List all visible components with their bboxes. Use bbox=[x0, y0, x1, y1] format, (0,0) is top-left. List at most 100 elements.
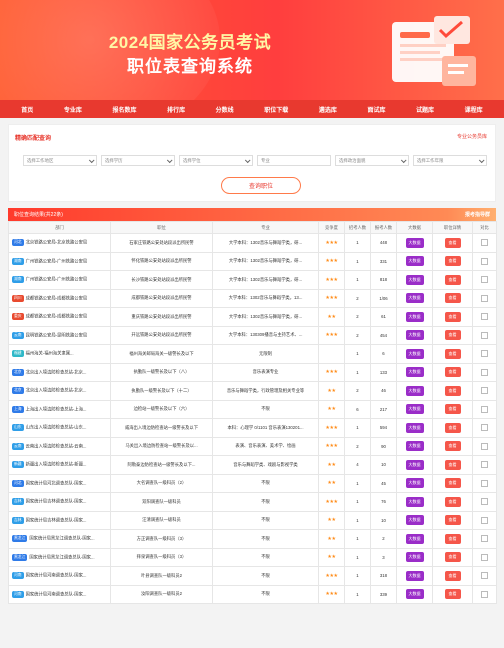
political-status-select[interactable]: 选择政治面貌 bbox=[335, 155, 409, 166]
dept-name[interactable]: 新疆出入境边防检查总站-新疆... bbox=[26, 462, 87, 467]
dept-name[interactable]: 北京铁路公安局-北京铁路公安局 bbox=[26, 240, 88, 245]
compare-checkbox[interactable] bbox=[481, 368, 488, 376]
nav-item-score-line[interactable]: 分数线 bbox=[216, 105, 234, 114]
compare-checkbox[interactable] bbox=[481, 479, 488, 487]
big-data-button[interactable]: 大数据 bbox=[405, 459, 424, 470]
compare-checkbox[interactable] bbox=[481, 461, 488, 469]
cell-position[interactable]: 叶县调查队一级科员2 bbox=[110, 566, 213, 586]
cell-position[interactable]: 成都铁路公安处站段派出所民警 bbox=[110, 288, 213, 308]
dept-name[interactable]: 山东出入境边防检查总站-山东... bbox=[26, 425, 87, 430]
compare-checkbox[interactable] bbox=[481, 405, 488, 413]
compare-checkbox[interactable] bbox=[481, 535, 488, 543]
dept-name[interactable]: 国家统计局黑龙江调查总队-国家... bbox=[29, 536, 94, 541]
dept-name[interactable]: 国家统计局黑龙江调查总队-国家... bbox=[29, 554, 94, 559]
view-detail-button[interactable]: 查看 bbox=[444, 293, 461, 304]
work-region-select[interactable]: 选择工作地区 bbox=[23, 155, 97, 166]
big-data-button[interactable]: 大数据 bbox=[405, 256, 424, 267]
cell-position[interactable]: 福州海关邮局海关一级警长及以下 bbox=[110, 344, 213, 364]
compare-checkbox[interactable] bbox=[481, 313, 488, 321]
cell-position[interactable]: 马关出入境边防检查站一级警长及以... bbox=[110, 436, 213, 456]
dept-name[interactable]: 国家统计局吉林调查总队-国家... bbox=[26, 517, 87, 522]
view-detail-button[interactable]: 查看 bbox=[444, 348, 461, 359]
cell-position[interactable]: 双阳调查队一级科员 bbox=[110, 492, 213, 512]
cell-position[interactable]: 边检站一级警长及以下（六） bbox=[110, 399, 213, 419]
degree-select[interactable]: 选择学位 bbox=[179, 155, 253, 166]
big-data-button[interactable]: 大数据 bbox=[405, 404, 424, 415]
compare-checkbox[interactable] bbox=[481, 239, 488, 247]
compare-checkbox[interactable] bbox=[481, 572, 488, 580]
big-data-button[interactable]: 大数据 bbox=[405, 552, 424, 563]
dept-name[interactable]: 广州铁路公安局-广州铁路公安局 bbox=[26, 277, 88, 282]
big-data-button[interactable]: 大数据 bbox=[405, 274, 424, 285]
dept-name[interactable]: 云南出入境边防检查总站-云南... bbox=[26, 443, 87, 448]
view-detail-button[interactable]: 查看 bbox=[444, 422, 461, 433]
compare-checkbox[interactable] bbox=[481, 590, 488, 598]
nav-item-major-db[interactable]: 专业库 bbox=[64, 105, 82, 114]
view-detail-button[interactable]: 查看 bbox=[444, 478, 461, 489]
view-detail-button[interactable]: 查看 bbox=[444, 330, 461, 341]
view-detail-button[interactable]: 查看 bbox=[444, 274, 461, 285]
cell-position[interactable]: 执勤队一级警长及以下（十二） bbox=[110, 381, 213, 401]
cell-position[interactable]: 重庆铁路公安处站段派出所民警 bbox=[110, 307, 213, 327]
dept-name[interactable]: 北京出入境边防检查总站-北京... bbox=[26, 369, 87, 374]
view-detail-button[interactable]: 查看 bbox=[444, 552, 461, 563]
big-data-button[interactable]: 大数据 bbox=[405, 478, 424, 489]
view-detail-button[interactable]: 查看 bbox=[444, 385, 461, 396]
dept-name[interactable]: 国家统计局河北调查总队-国家... bbox=[26, 480, 87, 485]
dept-name[interactable]: 国家统计局河南调查总队-国家... bbox=[26, 591, 87, 596]
dept-name[interactable]: 国家统计局河南调查总队-国家... bbox=[26, 573, 87, 578]
nav-item-download[interactable]: 职位下载 bbox=[264, 105, 288, 114]
nav-item-question-db[interactable]: 试题库 bbox=[416, 105, 434, 114]
dept-name[interactable]: 北京出入境边防检查总站-北京... bbox=[26, 388, 87, 393]
nav-item-selection-db[interactable]: 遴选库 bbox=[319, 105, 337, 114]
view-detail-button[interactable]: 查看 bbox=[444, 367, 461, 378]
cell-position[interactable]: 开远铁路公安处站段派出所民警 bbox=[110, 325, 213, 345]
big-data-button[interactable]: 大数据 bbox=[405, 367, 424, 378]
dept-name[interactable]: 成都铁路公安局-成都铁路公安局 bbox=[26, 295, 88, 300]
big-data-button[interactable]: 大数据 bbox=[405, 496, 424, 507]
cell-position[interactable]: 怀化铁路公安处站段派出所民警 bbox=[110, 251, 213, 271]
cell-position[interactable]: 方正调查队一级科员（3） bbox=[110, 529, 213, 549]
dept-name[interactable]: 成都铁路公安局-成都铁路公安局 bbox=[26, 314, 88, 319]
professional-db-link[interactable]: 专业公务员库 bbox=[457, 133, 487, 140]
big-data-button[interactable]: 大数据 bbox=[405, 422, 424, 433]
nav-item-ranking-db[interactable]: 排行库 bbox=[167, 105, 185, 114]
compare-checkbox[interactable] bbox=[481, 294, 488, 302]
big-data-button[interactable]: 大数据 bbox=[405, 293, 424, 304]
compare-checkbox[interactable] bbox=[481, 498, 488, 506]
big-data-button[interactable]: 大数据 bbox=[405, 385, 424, 396]
nav-item-registration-db[interactable]: 报名数库 bbox=[112, 105, 136, 114]
big-data-button[interactable]: 大数据 bbox=[405, 441, 424, 452]
big-data-button[interactable]: 大数据 bbox=[405, 330, 424, 341]
compare-checkbox[interactable] bbox=[481, 516, 488, 524]
compare-checkbox[interactable] bbox=[481, 553, 488, 561]
nav-item-interview-db[interactable]: 面试库 bbox=[367, 105, 385, 114]
cell-position[interactable]: 汪清调查队一级科员 bbox=[110, 510, 213, 530]
view-detail-button[interactable]: 查看 bbox=[444, 404, 461, 415]
compare-checkbox[interactable] bbox=[481, 276, 488, 284]
compare-checkbox[interactable] bbox=[481, 424, 488, 432]
cell-position[interactable]: 石家庄铁路公安处站段派出所民警 bbox=[110, 233, 213, 253]
compare-checkbox[interactable] bbox=[481, 331, 488, 339]
compare-checkbox[interactable] bbox=[481, 257, 488, 265]
cell-position[interactable]: 长沙铁路公安处站段派出所民警 bbox=[110, 270, 213, 290]
query-button[interactable]: 查询职位 bbox=[221, 177, 301, 194]
big-data-button[interactable]: 大数据 bbox=[405, 515, 424, 526]
compare-checkbox[interactable] bbox=[481, 387, 488, 395]
work-years-select[interactable]: 选择工作年限 bbox=[413, 155, 487, 166]
big-data-button[interactable]: 大数据 bbox=[405, 570, 424, 581]
view-detail-button[interactable]: 查看 bbox=[444, 256, 461, 267]
compare-checkbox[interactable] bbox=[481, 350, 488, 358]
dept-name[interactable]: 福州海关-福州海关隶属... bbox=[26, 351, 74, 356]
view-detail-button[interactable]: 查看 bbox=[444, 237, 461, 248]
cell-position[interactable]: 汝阳调查队一级科员2 bbox=[110, 584, 213, 604]
cell-position[interactable]: 威海出入境边防检查站一级警长及以下 bbox=[110, 418, 213, 438]
view-detail-button[interactable]: 查看 bbox=[444, 533, 461, 544]
view-detail-button[interactable]: 查看 bbox=[444, 570, 461, 581]
dept-name[interactable]: 广州铁路公安局-广州铁路公安局 bbox=[26, 258, 88, 263]
education-select[interactable]: 选择学历 bbox=[101, 155, 175, 166]
big-data-button[interactable]: 大数据 bbox=[405, 237, 424, 248]
view-detail-button[interactable]: 查看 bbox=[444, 589, 461, 600]
view-detail-button[interactable]: 查看 bbox=[444, 459, 461, 470]
view-detail-button[interactable]: 查看 bbox=[444, 515, 461, 526]
